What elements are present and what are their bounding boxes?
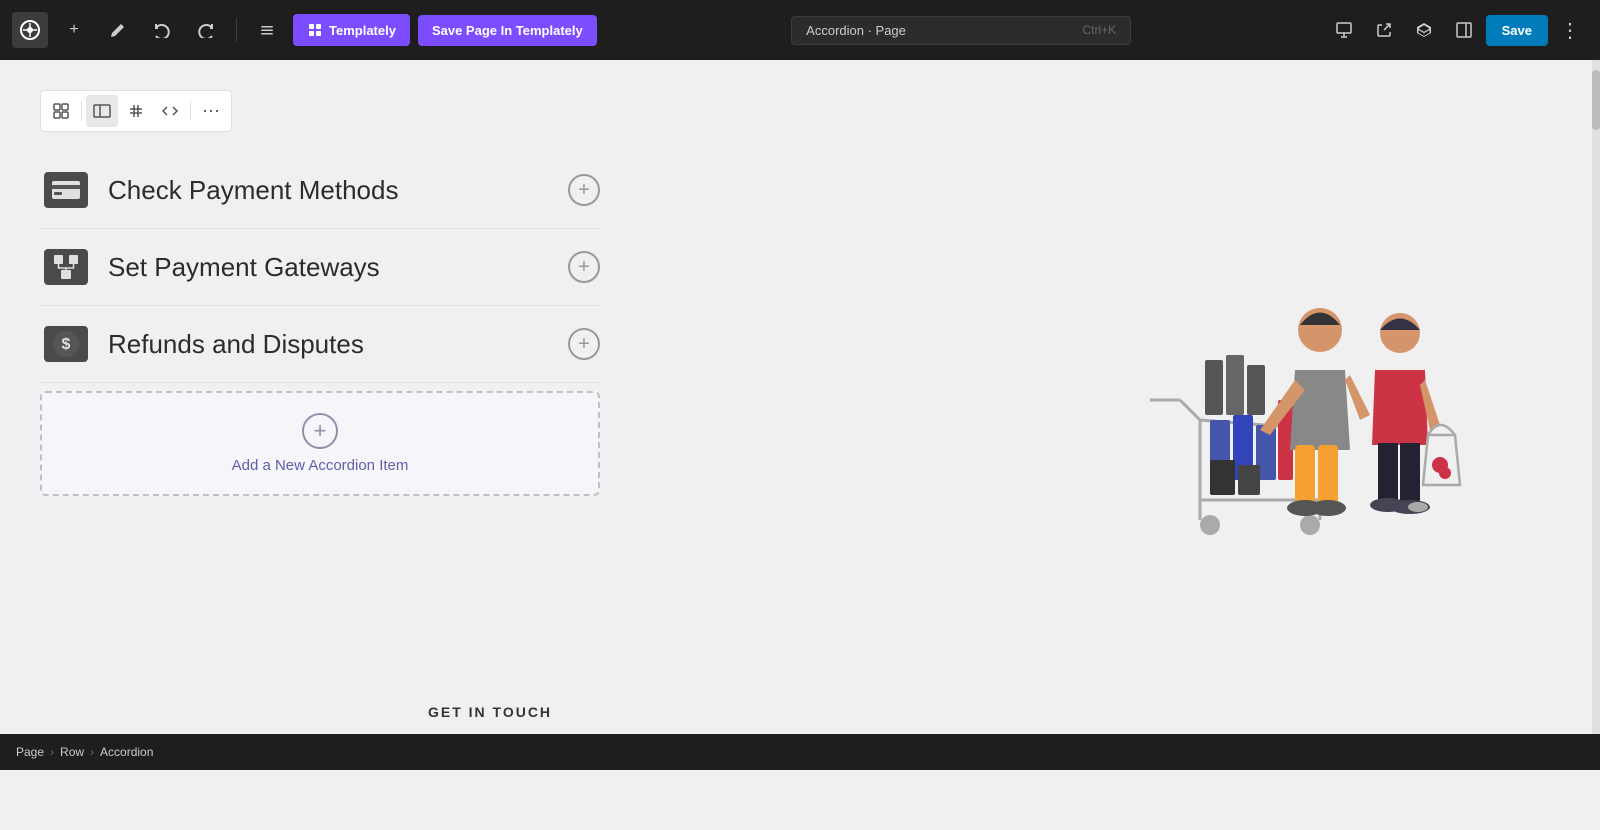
add-block-button[interactable]: + [56, 12, 92, 48]
add-new-label: Add a New Accordion Item [232, 457, 409, 474]
scroll-thumb[interactable] [1592, 70, 1600, 130]
save-templately-button[interactable]: Save Page In Templately [418, 15, 597, 46]
search-text: Accordion · Page [806, 23, 906, 38]
more-tools-button[interactable] [249, 12, 285, 48]
top-toolbar: + Templately Save Page In Templately [0, 0, 1600, 60]
breadcrumb-sep-2: › [90, 745, 94, 759]
accordion-container: Check Payment Methods + Set Payment [40, 152, 600, 496]
blocks-manager-button[interactable] [1406, 12, 1442, 48]
breadcrumb-page[interactable]: Page [16, 745, 44, 759]
layout-button[interactable] [86, 95, 118, 127]
accordion-expand-3[interactable]: + [568, 328, 600, 360]
breadcrumb-accordion[interactable]: Accordion [100, 745, 153, 759]
save-button[interactable]: Save [1486, 15, 1548, 46]
illustration-area [980, 60, 1600, 770]
breadcrumb-row[interactable]: Row [60, 745, 84, 759]
open-new-tab-button[interactable] [1366, 12, 1402, 48]
panel-toggle-button[interactable] [1446, 12, 1482, 48]
code-button[interactable] [154, 95, 186, 127]
svg-text:$: $ [62, 336, 71, 353]
accordion-icon-wrap-2 [40, 247, 92, 287]
search-shortcut: Ctrl+K [1082, 23, 1116, 37]
accordion-title-1: Check Payment Methods [108, 175, 552, 206]
gateway-icon [44, 249, 88, 285]
more-block-options[interactable]: ⋯ [195, 95, 227, 127]
accordion-item-set-gateway[interactable]: Set Payment Gateways + [40, 229, 600, 306]
desktop-view-button[interactable] [1326, 12, 1362, 48]
toolbar-divider-2 [190, 101, 191, 121]
wp-logo[interactable] [12, 12, 48, 48]
card-icon [44, 172, 88, 208]
breadcrumb-sep-1: › [50, 745, 54, 759]
refund-icon: $ [44, 326, 88, 362]
accordion-title-2: Set Payment Gateways [108, 252, 552, 283]
toolbar-divider [81, 101, 82, 121]
bottom-bar: Page › Row › Accordion [0, 734, 1600, 770]
editor-area: ⋯ Check Payment Methods + [0, 60, 980, 770]
add-new-icon: + [302, 413, 338, 449]
accordion-item-refunds[interactable]: $ Refunds and Disputes + [40, 306, 600, 383]
accordion-expand-2[interactable]: + [568, 251, 600, 283]
search-bar[interactable]: Accordion · Page Ctrl+K [791, 16, 1131, 45]
edit-button[interactable] [100, 12, 136, 48]
toolbar-right: Save ⋮ [1326, 12, 1588, 48]
accordion-title-3: Refunds and Disputes [108, 329, 552, 360]
scrollbar[interactable] [1592, 60, 1600, 734]
accordion-icon-wrap-3: $ [40, 324, 92, 364]
accordion-icon-wrap-1 [40, 170, 92, 210]
block-toolbar: ⋯ [40, 90, 232, 132]
footer-text: GET IN TOUCH [428, 704, 552, 720]
more-options-button[interactable]: ⋮ [1552, 12, 1588, 48]
main-content: ⋯ Check Payment Methods + [0, 60, 1600, 770]
undo-button[interactable] [144, 12, 180, 48]
templately-button[interactable]: Templately [293, 14, 410, 46]
redo-button[interactable] [188, 12, 224, 48]
toolbar-center: Accordion · Page Ctrl+K [605, 16, 1318, 45]
accordion-item-check-payment[interactable]: Check Payment Methods + [40, 152, 600, 229]
accordion-expand-1[interactable]: + [568, 174, 600, 206]
block-type-button[interactable] [45, 95, 77, 127]
grid-button[interactable] [120, 95, 152, 127]
add-new-accordion-item[interactable]: + Add a New Accordion Item [40, 391, 600, 496]
toolbar-divider-1 [236, 18, 237, 42]
